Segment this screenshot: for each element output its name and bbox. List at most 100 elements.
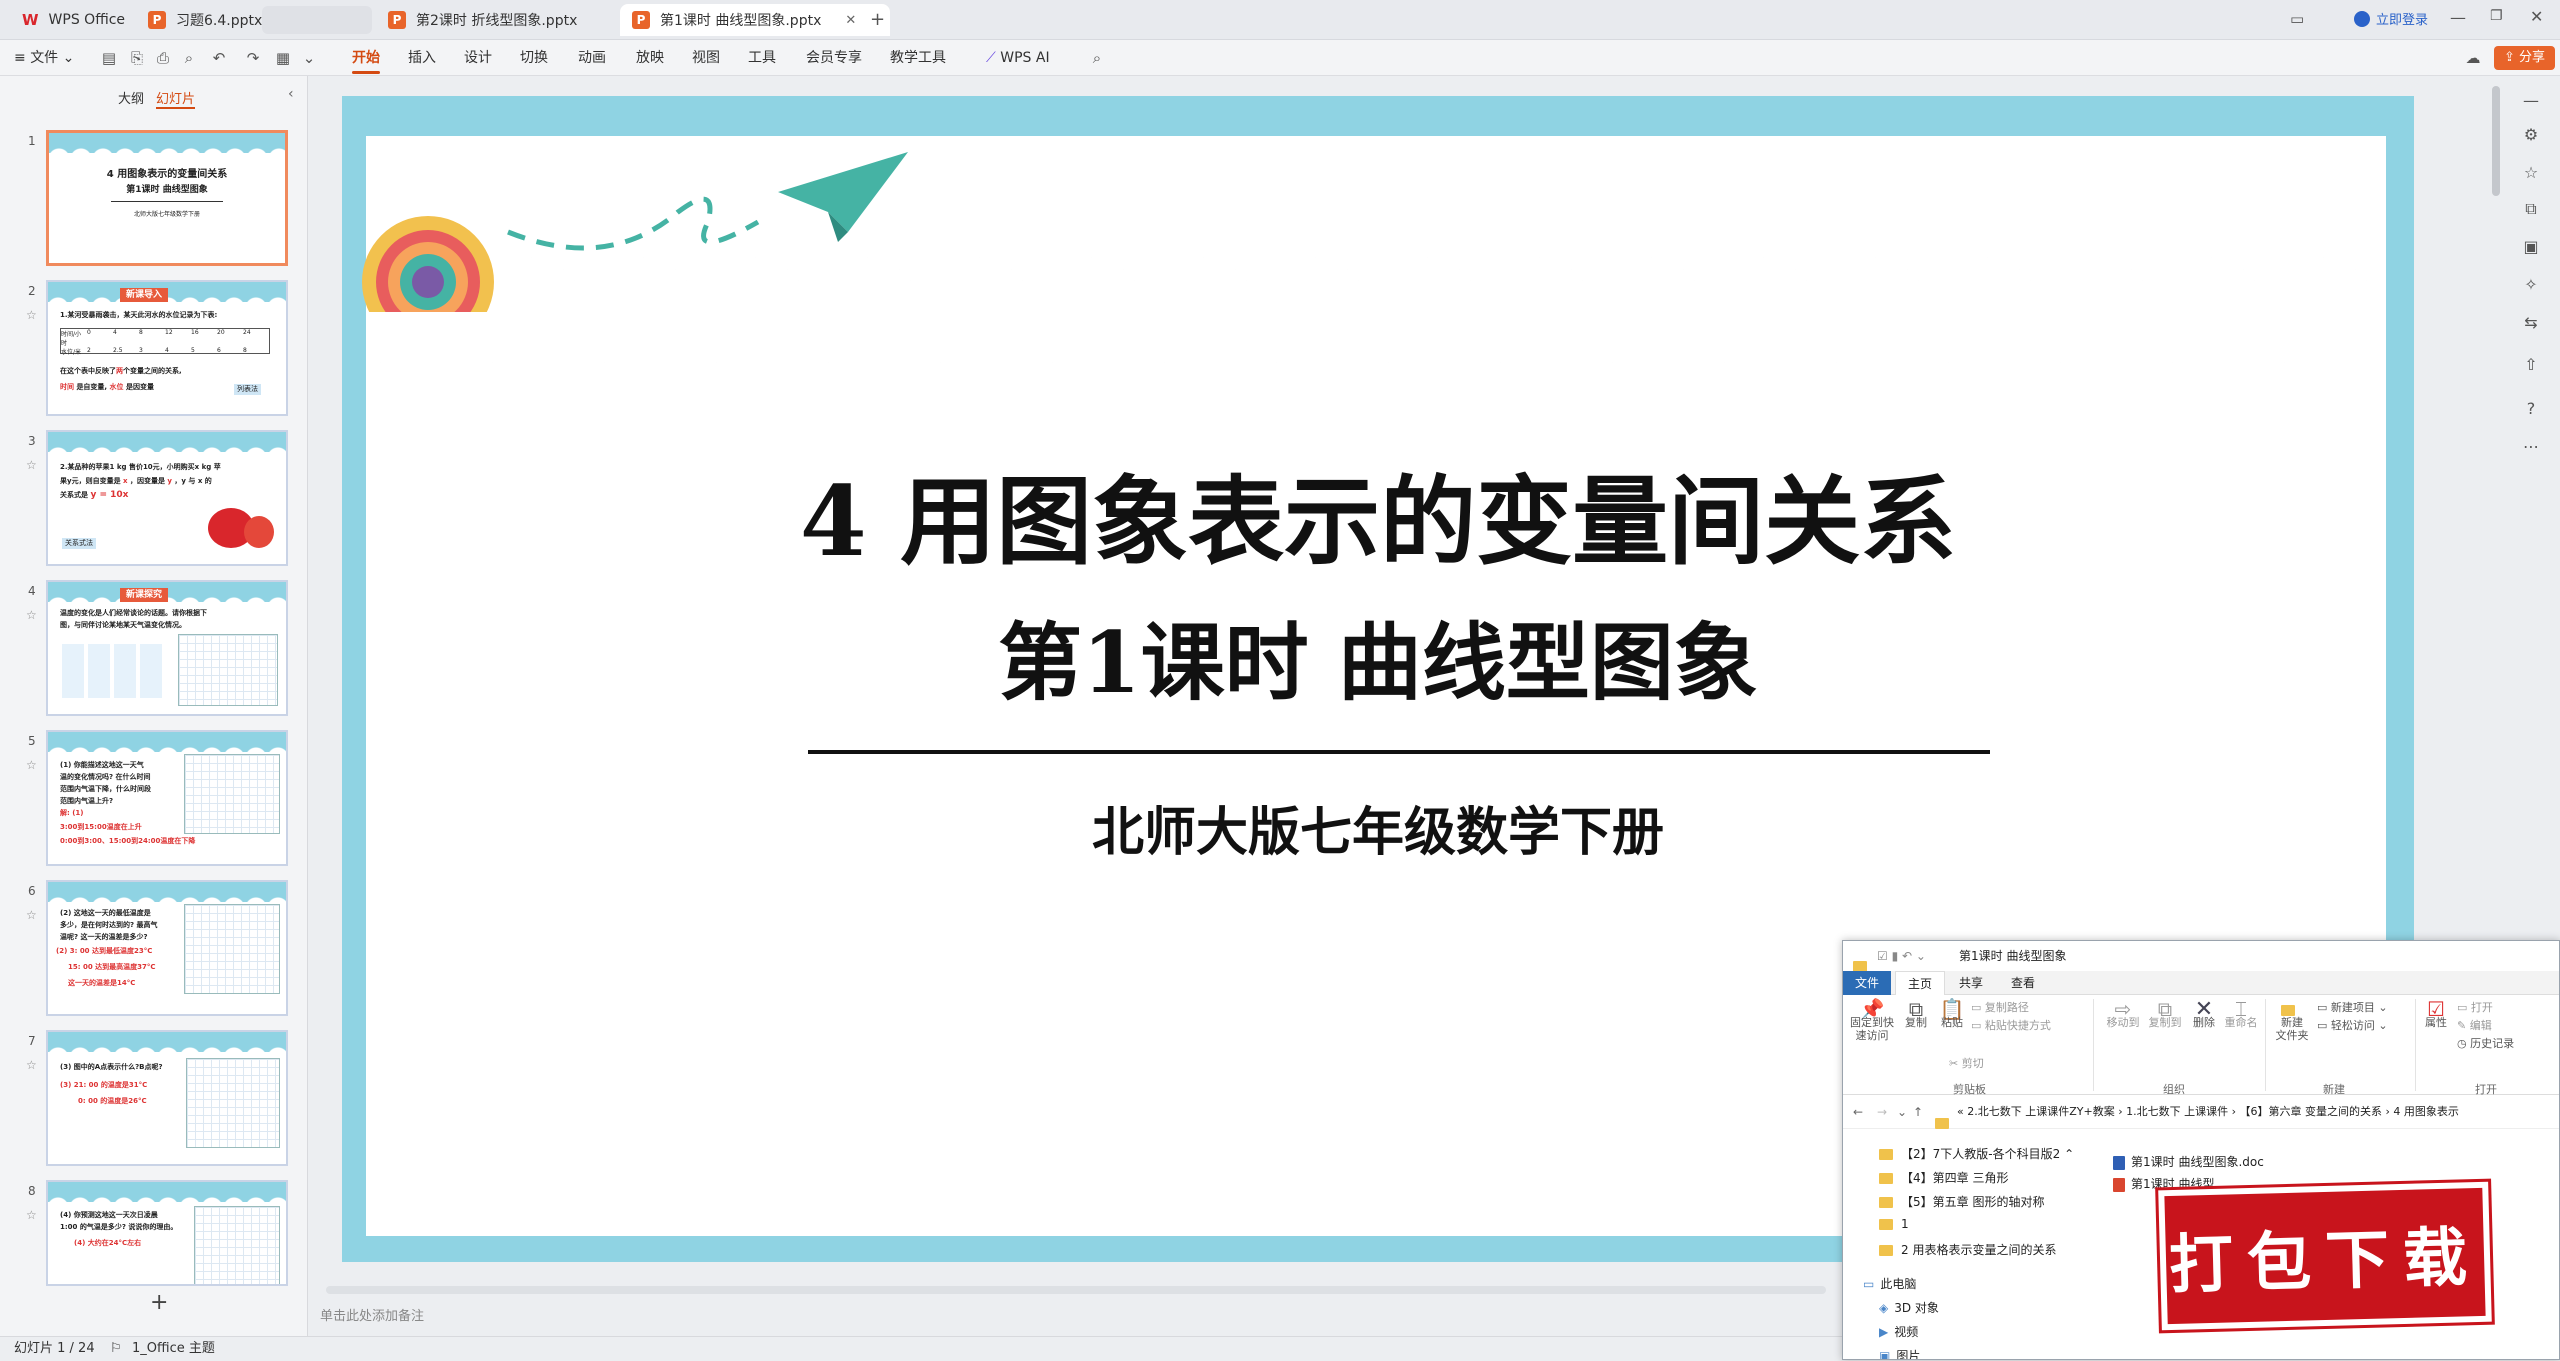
window-mode-icon[interactable]: ▭ — [2290, 10, 2304, 28]
slide-subtitle[interactable]: 第1课时 曲线型图象 — [342, 596, 2414, 717]
copy-to-button[interactable]: ⧉ 复制到 — [2147, 999, 2183, 1029]
search-icon[interactable]: ⌕ — [1088, 49, 1106, 67]
blank-tab[interactable] — [262, 6, 372, 34]
menu-design[interactable]: 设计 — [464, 40, 492, 76]
download-banner[interactable]: 打包下载 — [2158, 1181, 2492, 1331]
vertical-scrollbar[interactable] — [2492, 86, 2500, 196]
tab-wps-office[interactable]: W WPS Office — [10, 4, 137, 36]
move-to-button[interactable]: ⇨ 移动到 — [2105, 999, 2141, 1029]
settings-icon[interactable]: ⚙ — [2520, 124, 2542, 146]
minimize-icon[interactable]: — — [2450, 8, 2466, 27]
explorer-tab-home[interactable]: 主页 — [1895, 971, 1946, 995]
add-slide-button[interactable]: + — [150, 1290, 168, 1315]
star-icon[interactable]: ☆ — [26, 308, 37, 322]
forward-icon[interactable]: → — [1877, 1095, 1887, 1129]
copy-icon[interactable]: ⧉ — [2520, 198, 2542, 220]
open-button[interactable]: ▭ 打开 — [2457, 1001, 2493, 1014]
save-icon[interactable]: ▤ — [100, 49, 118, 67]
menu-member[interactable]: 会员专享 — [806, 40, 862, 76]
pin-quick-access-button[interactable]: 📌 固定到快 速访问 — [1849, 999, 1895, 1042]
new-item-button[interactable]: ▭ 新建项目 ⌄ — [2317, 1001, 2388, 1014]
slide-thumb-3[interactable]: 2.某品种的苹果1 kg 售价10元，小明购买x kg 苹 果y元，则自变量是 … — [46, 430, 288, 566]
nav-pictures[interactable]: ▣ 图片 — [1879, 1347, 1920, 1359]
menu-animation[interactable]: 动画 — [578, 40, 606, 76]
nav-3d-objects[interactable]: ◈ 3D 对象 — [1879, 1299, 1939, 1316]
export-icon[interactable]: ⎘ — [128, 49, 146, 67]
delete-button[interactable]: ✕ 删除 — [2189, 999, 2219, 1030]
nav-folder-item[interactable]: 1 — [1879, 1217, 1909, 1231]
slide-thumb-5[interactable]: (1) 你能描述这地这一天气 温的变化情况吗? 在什么时间 范围内气温下降，什么… — [46, 730, 288, 866]
nav-folder-item[interactable]: 2 用表格表示变量之间的关系 — [1879, 1241, 2056, 1258]
tab-slides[interactable]: 幻灯片 — [156, 88, 196, 109]
horizontal-scrollbar[interactable] — [326, 1286, 1826, 1294]
slide-title[interactable]: 4 用图象表示的变量间关系 — [342, 444, 2414, 583]
redo-icon[interactable]: ↷ — [244, 49, 262, 67]
star-icon[interactable]: ☆ — [2520, 162, 2542, 184]
image-icon[interactable]: ▣ — [2520, 236, 2542, 258]
close-icon[interactable]: ✕ — [845, 13, 856, 28]
tab-exercise-file[interactable]: P 习题6.4.pptx — [136, 4, 274, 36]
properties-button[interactable]: ☑ 属性 — [2421, 999, 2451, 1029]
copy-path-button[interactable]: ▭ 复制路径 — [1971, 1001, 2029, 1014]
notes-area[interactable]: 单击此处添加备注 — [320, 1300, 1840, 1334]
paste-shortcut-button[interactable]: ▭ 粘贴快捷方式 — [1971, 1019, 2051, 1032]
slide-caption[interactable]: 北师大版七年级数学下册 — [342, 790, 2414, 865]
breadcrumb-item[interactable]: « 2.北七数下 上课课件ZY+教案 — [1957, 1105, 2115, 1118]
tab-outline[interactable]: 大纲 — [118, 88, 144, 107]
nav-folder-item[interactable]: 【2】7下人教版-各个科目版2 ⌃ — [1879, 1145, 2074, 1162]
nav-folder-item[interactable]: 【4】第四章 三角形 — [1879, 1169, 2008, 1186]
new-tab-icon[interactable]: + — [870, 9, 885, 30]
easy-access-button[interactable]: ▭ 轻松访问 ⌄ — [2317, 1019, 2388, 1032]
rename-button[interactable]: ⌶ 重命名 — [2223, 999, 2259, 1029]
breadcrumb-item[interactable]: 【6】第六章 变量之间的关系 — [2240, 1105, 2383, 1118]
back-icon[interactable]: ← — [1853, 1095, 1863, 1129]
slide-thumb-7[interactable]: (3) 图中的A点表示什么?B点呢? (3) 21: 00 的温度是31°C 0… — [46, 1030, 288, 1166]
share-button[interactable]: ⇪ 分享 — [2494, 46, 2556, 70]
history-button[interactable]: ◷ 历史记录 — [2457, 1037, 2514, 1050]
translate-icon[interactable]: ⇆ — [2520, 312, 2542, 334]
breadcrumb-item[interactable]: 1.北七数下 上课课件 — [2126, 1105, 2228, 1118]
explorer-tab-view[interactable]: 查看 — [1999, 971, 2047, 995]
upload-icon[interactable]: ⇧ — [2520, 354, 2542, 376]
cloud-icon[interactable]: ☁ — [2464, 49, 2482, 67]
explorer-address-bar[interactable]: ← → ⌄ ↑ « 2.北七数下 上课课件ZY+教案 › 1.北七数下 上课课件… — [1843, 1095, 2559, 1129]
tab-lesson2-file[interactable]: P 第2课时 折线型图象.pptx — [376, 4, 616, 36]
format-painter-icon[interactable]: ▦ — [274, 49, 292, 67]
minus-icon[interactable]: — — [2520, 90, 2542, 112]
new-folder-button[interactable]: 新建 文件夹 — [2271, 1003, 2313, 1042]
star-icon[interactable]: ☆ — [26, 458, 37, 472]
file-menu[interactable]: ≡ 文件 ⌄ — [14, 40, 74, 76]
nav-videos[interactable]: ▶ 视频 — [1879, 1323, 1918, 1340]
menu-teaching-tools[interactable]: 教学工具 — [890, 40, 946, 76]
star-icon[interactable]: ☆ — [26, 1208, 37, 1222]
menu-view[interactable]: 视图 — [692, 40, 720, 76]
nav-this-pc[interactable]: ▭ 此电脑 — [1863, 1275, 1916, 1292]
cut-button[interactable]: ✂ 剪切 — [1949, 1057, 1984, 1070]
star-icon[interactable]: ☆ — [26, 758, 37, 772]
up-icon[interactable]: ↑ — [1913, 1095, 1923, 1129]
more-icon[interactable]: ⋯ — [2520, 436, 2542, 458]
star-icon[interactable]: ☆ — [26, 908, 37, 922]
slide-thumb-1[interactable]: 4 用图象表示的变量间关系 第1课时 曲线型图象 北师大版七年级数学下册 — [46, 130, 288, 266]
slide-thumb-8[interactable]: (4) 你预测这地这一天次日凌晨 1:00 的气温是多少? 说说你的理由。 (4… — [46, 1180, 288, 1286]
magic-icon[interactable]: ✧ — [2520, 274, 2542, 296]
menu-insert[interactable]: 插入 — [408, 40, 436, 76]
theme-name[interactable]: 1_Office 主题 — [132, 1337, 215, 1361]
nav-folder-item[interactable]: 【5】第五章 图形的轴对称 — [1879, 1193, 2044, 1210]
undo-icon[interactable]: ↶ — [210, 49, 228, 67]
slide-thumb-6[interactable]: (2) 这地这一天的最低温度是 多少，是在何时达到的? 最高气 温呢? 这一天的… — [46, 880, 288, 1016]
paste-button[interactable]: 📋 粘贴 — [1937, 999, 1967, 1029]
close-window-icon[interactable]: ✕ — [2530, 7, 2543, 26]
slide-thumb-4[interactable]: 新课探究 温度的变化是人们经常谈论的话题。请你根据下 图，与同伴讨论某地某天气温… — [46, 580, 288, 716]
copy-button[interactable]: ⧉ 复制 — [1901, 999, 1931, 1029]
restore-icon[interactable]: ❐ — [2490, 8, 2503, 24]
star-icon[interactable]: ☆ — [26, 608, 37, 622]
quick-access-toolbar-icon[interactable]: ☑ ▮ ↶ ⌄ — [1877, 941, 1926, 971]
preview-icon[interactable]: ⌕ — [180, 49, 198, 67]
help-icon[interactable]: ? — [2520, 398, 2542, 420]
menu-transition[interactable]: 切换 — [520, 40, 548, 76]
collapse-panel-icon[interactable]: ‹ — [288, 86, 294, 102]
explorer-tab-file[interactable]: 文件 — [1843, 971, 1892, 995]
breadcrumb-item[interactable]: 4 用图象表示 — [2393, 1105, 2459, 1118]
login-button[interactable]: 立即登录 — [2354, 9, 2428, 28]
